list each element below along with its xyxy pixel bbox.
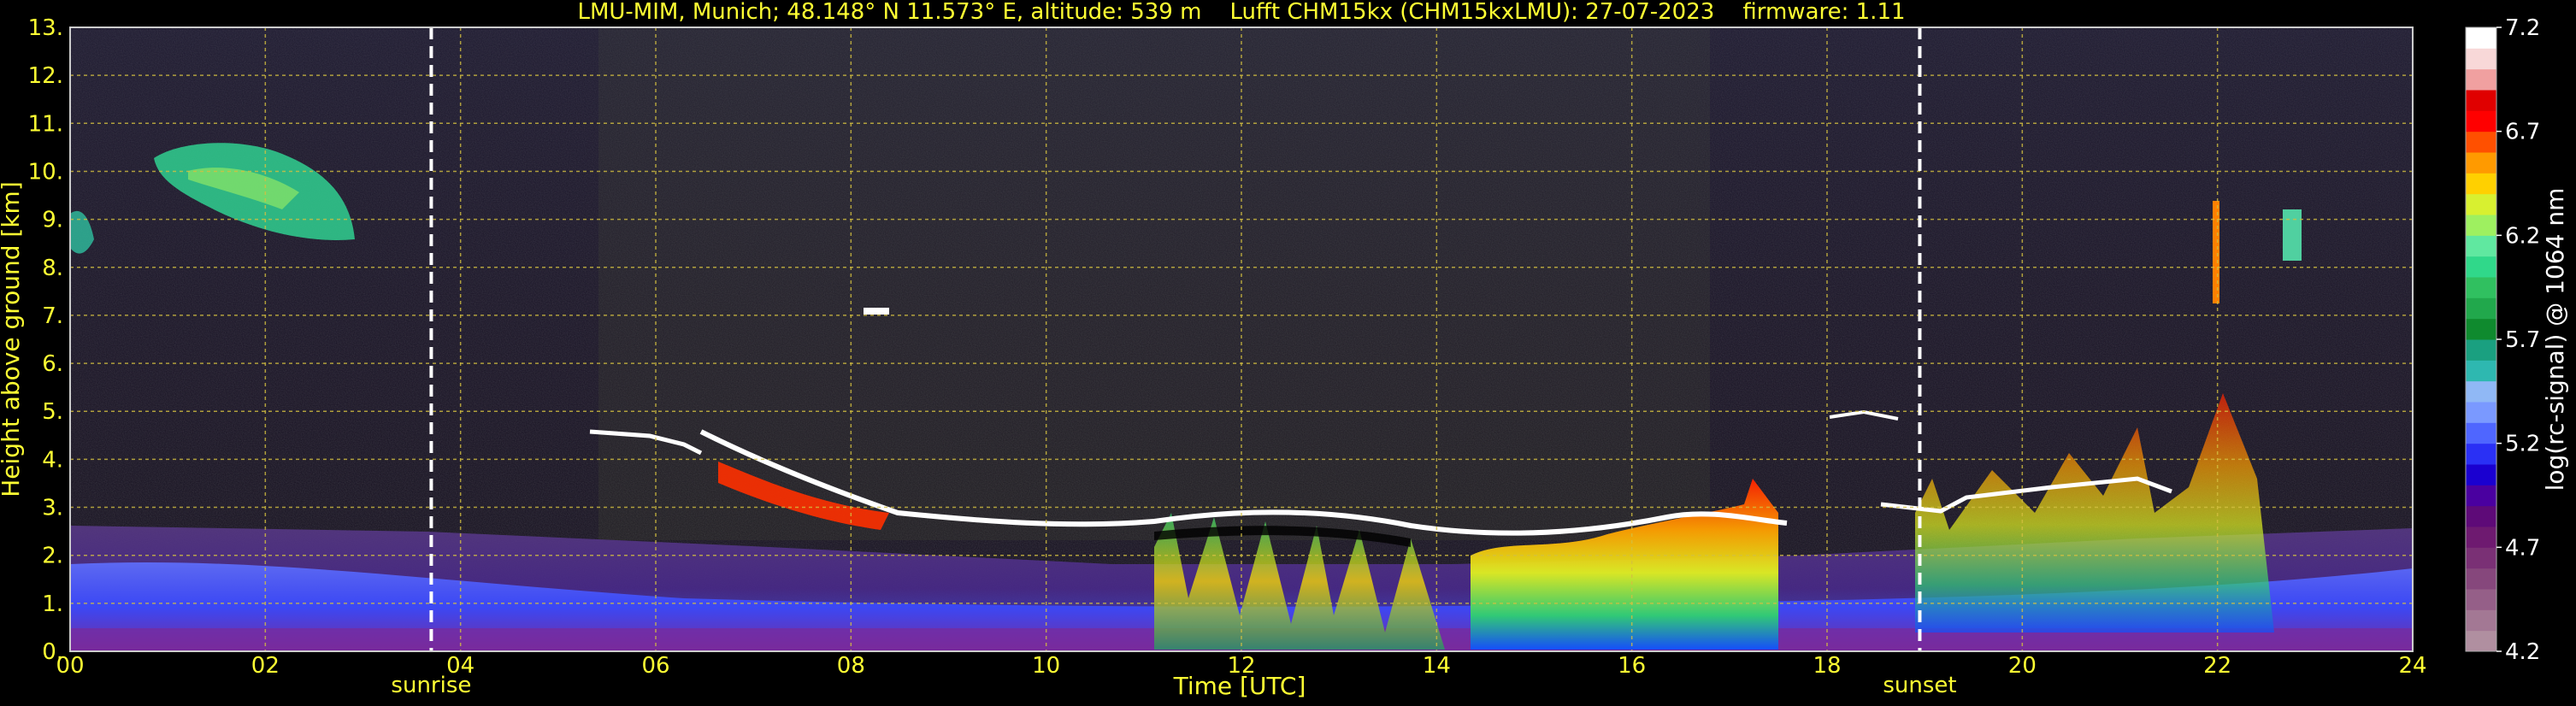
x-tick-label: 22 [2203,653,2231,679]
colorbar-segment [2466,110,2496,132]
chart-title: LMU-MIM, Munich; 48.148° N 11.573° E, al… [577,0,1905,25]
y-axis: 0.1.2.3.4.5.6.7.8.9.10.11.12.13. [28,15,63,665]
x-tick-label: 10 [1032,653,1060,679]
colorbar-tick-label: 6.7 [2505,120,2540,145]
y-tick-label: 9. [42,208,63,233]
colorbar-segment [2466,443,2496,465]
colorbar-segment [2466,318,2496,340]
colorbar-segment [2466,464,2496,485]
colorbar-segment [2466,193,2496,215]
colorbar-segment [2466,48,2496,70]
colorbar-tick-label: 6.2 [2505,223,2540,249]
y-tick-label: 12. [28,63,63,89]
y-tick-label: 11. [28,111,63,137]
colorbar-tick-label: 5.2 [2505,432,2540,457]
y-tick-label: 2. [42,544,63,569]
y-tick-label: 10. [28,159,63,185]
y-axis-label: Height above ground [km] [0,181,25,497]
colorbar-segment [2466,547,2496,569]
x-tick-label: 02 [251,653,280,679]
x-tick-label: 00 [56,653,84,679]
cirrus-night-2 [2283,209,2302,261]
x-tick-label: 06 [641,653,669,679]
colorbar-segment [2466,131,2496,153]
colorbar-segment [2466,235,2496,257]
colorbar-segment [2466,527,2496,548]
colorbar-segment [2466,422,2496,444]
y-tick-label: 1. [42,591,63,617]
colorbar-segment [2466,277,2496,298]
y-tick-label: 6. [42,351,63,377]
x-tick-label: 14 [1423,653,1451,679]
colorbar-segment [2466,90,2496,111]
colorbar-segment [2466,402,2496,423]
sunset-label: sunset [1883,673,1956,698]
cirrus-night-1 [2213,201,2219,303]
colorbar-tick-label: 4.7 [2505,535,2540,561]
x-tick-label: 24 [2398,653,2426,679]
x-tick-label: 18 [1813,653,1841,679]
colorbar-tick-label: 4.2 [2505,639,2540,665]
colorbar-segment [2466,256,2496,278]
colorbar-segment [2466,68,2496,91]
y-tick-label: 3. [42,496,63,521]
mid-cloud-spot [864,308,889,315]
y-tick-label: 13. [28,15,63,41]
y-tick-label: 4. [42,447,63,473]
y-tick-label: 5. [42,399,63,425]
colorbar-label: log(rc-signal) @ 1064 nm [2541,188,2569,491]
colorbar-tick-label: 7.2 [2505,15,2540,41]
x-tick-label: 04 [446,653,475,679]
x-tick-label: 08 [837,653,865,679]
colorbar-segment [2466,485,2496,507]
ceilometer-chart: sunrise sunset 0.1.2.3.4.5.6.7.8.9.10.11.… [0,0,2569,700]
y-tick-label: 8. [42,256,63,281]
colorbar-segment [2466,589,2496,610]
colorbar-segment [2466,505,2496,527]
colorbar-segment [2466,380,2496,403]
x-axis-label: Time [UTC] [1173,672,1306,700]
colorbar-segment [2466,630,2496,652]
colorbar-tick-label: 5.7 [2505,327,2540,353]
y-tick-label: 7. [42,303,63,329]
colorbar-segment [2466,27,2496,49]
colorbar-segment [2466,297,2496,320]
colorbar-segment [2466,609,2496,632]
plot-area [70,27,2413,651]
colorbar-segment [2466,360,2496,382]
x-tick-label: 20 [2008,653,2037,679]
colorbar: 4.2 4.7 5.2 5.7 6.2 6.7 7.2 [2465,15,2540,665]
x-tick-label: 16 [1618,653,1646,679]
colorbar-segment [2466,215,2496,236]
colorbar-segment [2466,568,2496,590]
colorbar-segment [2466,152,2496,174]
colorbar-segment [2466,173,2496,195]
colorbar-segment [2466,339,2496,361]
